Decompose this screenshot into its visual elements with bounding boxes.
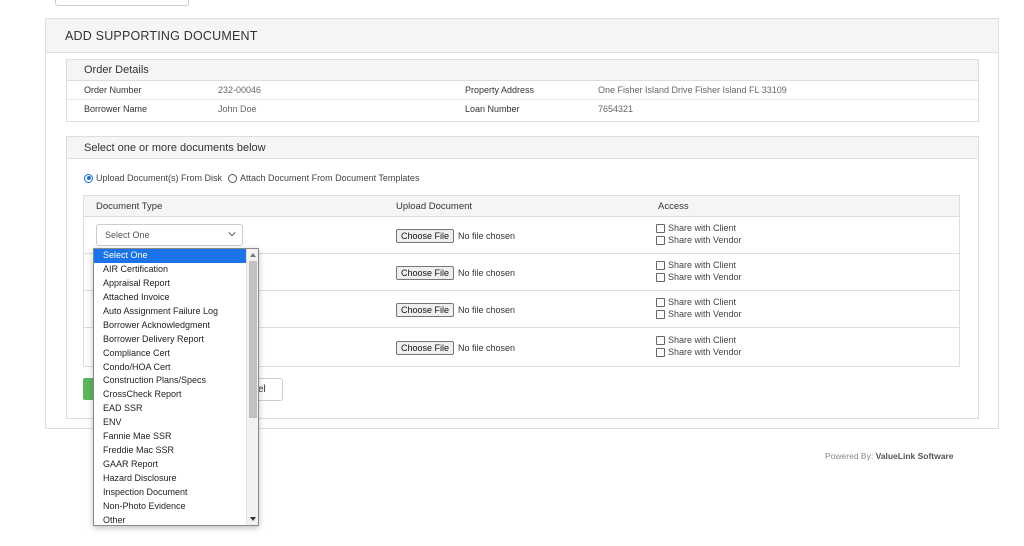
borrower-name-value: John Doe [218, 104, 257, 114]
order-details-row: Order Number 232-00046 Property Address … [67, 81, 978, 100]
order-number-label: Order Number [84, 85, 142, 95]
dropdown-option[interactable]: GAAR Report [94, 458, 258, 472]
dropdown-option[interactable]: Select One [94, 249, 258, 263]
dropdown-option[interactable]: ENV [94, 416, 258, 430]
dropdown-option[interactable]: Borrower Delivery Report [94, 333, 258, 347]
share-vendor-label[interactable]: Share with Vendor [668, 309, 742, 319]
dropdown-option[interactable]: Compliance Cert [94, 347, 258, 361]
page-title: ADD SUPPORTING DOCUMENT [46, 19, 998, 53]
access-options: Share with Client Share with Vendor [656, 334, 742, 358]
loan-number-label: Loan Number [465, 104, 520, 114]
share-vendor-checkbox[interactable] [656, 309, 665, 319]
no-file-text: No file chosen [458, 343, 516, 353]
dropdown-option[interactable]: Auto Assignment Failure Log [94, 305, 258, 319]
share-vendor-checkbox[interactable] [656, 235, 665, 245]
document-type-dropdown-list[interactable]: Select One AIR Certification Appraisal Rep… [93, 248, 259, 526]
dropdown-scrollbar[interactable] [246, 249, 258, 525]
dropdown-option[interactable]: AIR Certification [94, 263, 258, 277]
scroll-down-arrow-icon[interactable] [250, 517, 256, 521]
access-options: Share with Client Share with Vendor [656, 259, 742, 283]
dropdown-option[interactable]: Appraisal Report [94, 277, 258, 291]
col-upload-document: Upload Document [396, 201, 473, 212]
dropdown-option[interactable]: Attached Invoice [94, 291, 258, 305]
dropdown-option[interactable]: Inspection Document [94, 486, 258, 500]
table-header: Document Type Upload Document Access [84, 196, 959, 217]
order-details-heading: Order Details [67, 60, 978, 81]
upload-radio[interactable] [84, 173, 93, 183]
access-options: Share with Client Share with Vendor [656, 222, 742, 246]
dropdown-option[interactable]: Non-Photo Evidence [94, 500, 258, 514]
borrower-name-label: Borrower Name [84, 104, 148, 114]
templates-radio-label[interactable]: Attach Document From Document Templates [240, 173, 419, 183]
share-vendor-checkbox[interactable] [656, 347, 665, 357]
no-file-text: No file chosen [458, 268, 516, 278]
footer-brand: ValueLink Software [875, 451, 954, 461]
documents-heading: Select one or more documents below [67, 137, 978, 159]
share-client-checkbox[interactable] [656, 260, 665, 270]
dropdown-option[interactable]: Freddie Mac SSR [94, 444, 258, 458]
source-radio-group: Upload Document(s) From Disk Attach Docu… [84, 173, 425, 183]
loan-number-value: 7654321 [598, 104, 634, 114]
share-vendor-label[interactable]: Share with Vendor [668, 272, 742, 282]
order-details-row: Borrower Name John Doe Loan Number 76543… [67, 100, 978, 119]
share-client-checkbox[interactable] [656, 223, 665, 233]
dropdown-option[interactable]: Fannie Mae SSR [94, 430, 258, 444]
dropdown-option[interactable]: CrossCheck Report [94, 388, 258, 402]
chevron-down-icon [228, 232, 236, 237]
order-number-value: 232-00046 [218, 85, 262, 95]
dropdown-option[interactable]: Borrower Acknowledgment [94, 319, 258, 333]
upload-radio-label[interactable]: Upload Document(s) From Disk [96, 173, 222, 183]
file-input[interactable]: Choose File No file chosen [396, 303, 515, 317]
col-document-type: Document Type [96, 201, 163, 212]
choose-file-button[interactable]: Choose File [396, 341, 455, 355]
footer-powered-by: Powered By: ValueLink Software [825, 451, 954, 461]
document-type-select[interactable]: Select One [96, 224, 243, 246]
dropdown-option[interactable]: Construction Plans/Specs [94, 374, 258, 388]
top-button-stub[interactable] [55, 0, 189, 6]
scrollbar-thumb[interactable] [249, 261, 257, 418]
choose-file-button[interactable]: Choose File [396, 266, 455, 280]
share-client-label[interactable]: Share with Client [668, 297, 736, 307]
choose-file-button[interactable]: Choose File [396, 303, 455, 317]
col-access: Access [658, 201, 689, 212]
share-vendor-label[interactable]: Share with Vendor [668, 235, 742, 245]
share-vendor-label[interactable]: Share with Vendor [668, 347, 742, 357]
templates-radio[interactable] [228, 173, 238, 183]
share-client-checkbox[interactable] [656, 335, 665, 345]
share-client-label[interactable]: Share with Client [668, 260, 736, 270]
share-client-label[interactable]: Share with Client [668, 335, 736, 345]
choose-file-button[interactable]: Choose File [396, 229, 455, 243]
property-address-label: Property Address [465, 85, 535, 95]
no-file-text: No file chosen [458, 231, 516, 241]
select-value: Select One [105, 230, 150, 240]
dropdown-option[interactable]: Other [94, 514, 258, 525]
footer-prefix: Powered By: [825, 451, 876, 461]
no-file-text: No file chosen [458, 305, 516, 315]
share-client-label[interactable]: Share with Client [668, 223, 736, 233]
dropdown-option[interactable]: EAD SSR [94, 402, 258, 416]
access-options: Share with Client Share with Vendor [656, 296, 742, 320]
file-input[interactable]: Choose File No file chosen [396, 341, 515, 355]
order-details-panel: Order Details Order Number 232-00046 Pro… [66, 59, 979, 122]
scroll-up-arrow-icon[interactable] [250, 253, 256, 257]
share-client-checkbox[interactable] [656, 297, 665, 307]
property-address-value: One Fisher Island Drive Fisher Island FL… [598, 85, 787, 95]
file-input[interactable]: Choose File No file chosen [396, 229, 515, 243]
dropdown-option[interactable]: Hazard Disclosure [94, 472, 258, 486]
dropdown-option[interactable]: Condo/HOA Cert [94, 361, 258, 375]
share-vendor-checkbox[interactable] [656, 272, 665, 282]
file-input[interactable]: Choose File No file chosen [396, 266, 515, 280]
